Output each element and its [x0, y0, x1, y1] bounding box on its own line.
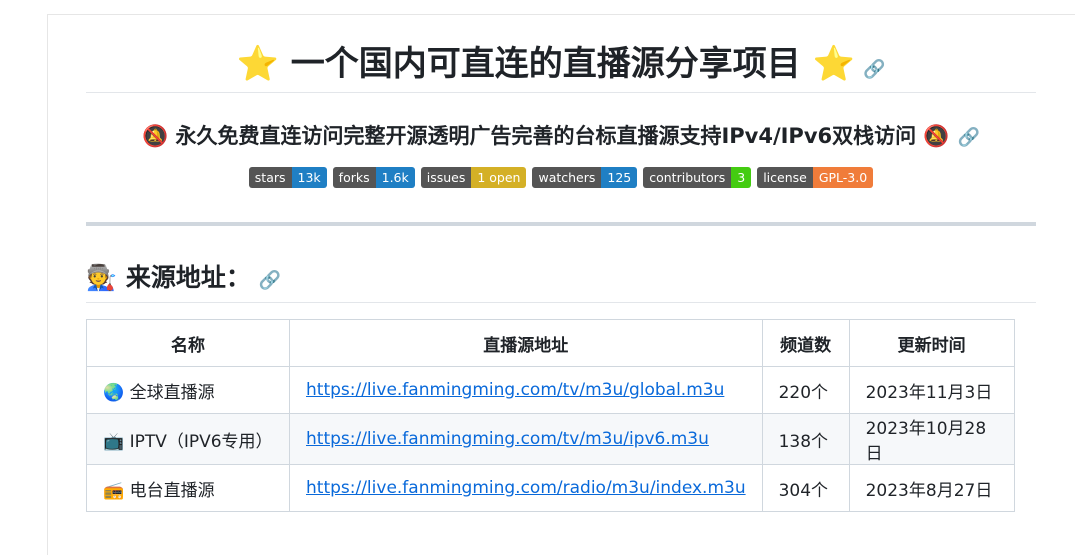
update-date: 2023年11月3日	[848, 366, 1015, 414]
table-row: 📻 电台直播源 https://live.fanmingming.com/radi…	[86, 464, 1015, 512]
badge-issues[interactable]: issues 1 open	[420, 167, 527, 188]
column-header: 直播源地址	[289, 319, 763, 367]
badge-watchers[interactable]: watchers 125	[532, 167, 638, 188]
source-name: 📺 IPTV（IPV6专用）	[86, 413, 290, 465]
source-url-link[interactable]: https://live.fanmingming.com/radio/m3u/i…	[306, 478, 746, 498]
column-header: 频道数	[761, 319, 850, 367]
source-url-link[interactable]: https://live.fanmingming.com/tv/m3u/ipv6…	[306, 429, 709, 449]
source-table: 名称 直播源地址 频道数 更新时间 🌏 全球直播源 https://live.fanmin…	[86, 319, 1015, 512]
table-row: 📺 IPTV（IPV6专用） https://live.fanmingming.c…	[86, 413, 1015, 465]
badge-row: stars 13k forks 1.6k issues 1 open watchers…	[86, 167, 1036, 188]
channel-count: 220个	[761, 366, 850, 414]
page-title: ⭐ 一个国内可直连的直播源分享项目 ⭐ 🔗	[86, 36, 1036, 93]
divider	[86, 222, 1036, 226]
badge-forks[interactable]: forks 1.6k	[332, 167, 415, 188]
anchor-link-icon[interactable]: 🔗	[958, 127, 980, 148]
anchor-link-icon[interactable]: 🔗	[259, 270, 281, 291]
column-header: 更新时间	[848, 319, 1015, 367]
channel-count: 304个	[761, 464, 850, 512]
badge-stars[interactable]: stars 13k	[248, 167, 327, 188]
column-header: 名称	[86, 319, 290, 367]
update-date: 2023年8月27日	[848, 464, 1015, 512]
subtitle: 🔕 永久免费直连访问完整开源透明广告完善的台标直播源支持IPv4/IPv6双栈访…	[141, 124, 981, 148]
anchor-link-icon[interactable]: 🔗	[863, 59, 885, 80]
source-name: 📻 电台直播源	[86, 464, 290, 512]
table-row: 🌏 全球直播源 https://live.fanmingming.com/tv/m…	[86, 366, 1015, 414]
channel-count: 138个	[761, 413, 850, 465]
update-date: 2023年10月28日	[848, 413, 1015, 465]
badge-license[interactable]: license GPL-3.0	[757, 167, 874, 188]
source-url-link[interactable]: https://live.fanmingming.com/tv/m3u/glob…	[306, 380, 724, 400]
badge-contributors[interactable]: contributors 3	[643, 167, 752, 188]
section-title: 🧑‍🏭 来源地址： 🔗	[86, 258, 1036, 303]
source-name: 🌏 全球直播源	[86, 366, 290, 414]
